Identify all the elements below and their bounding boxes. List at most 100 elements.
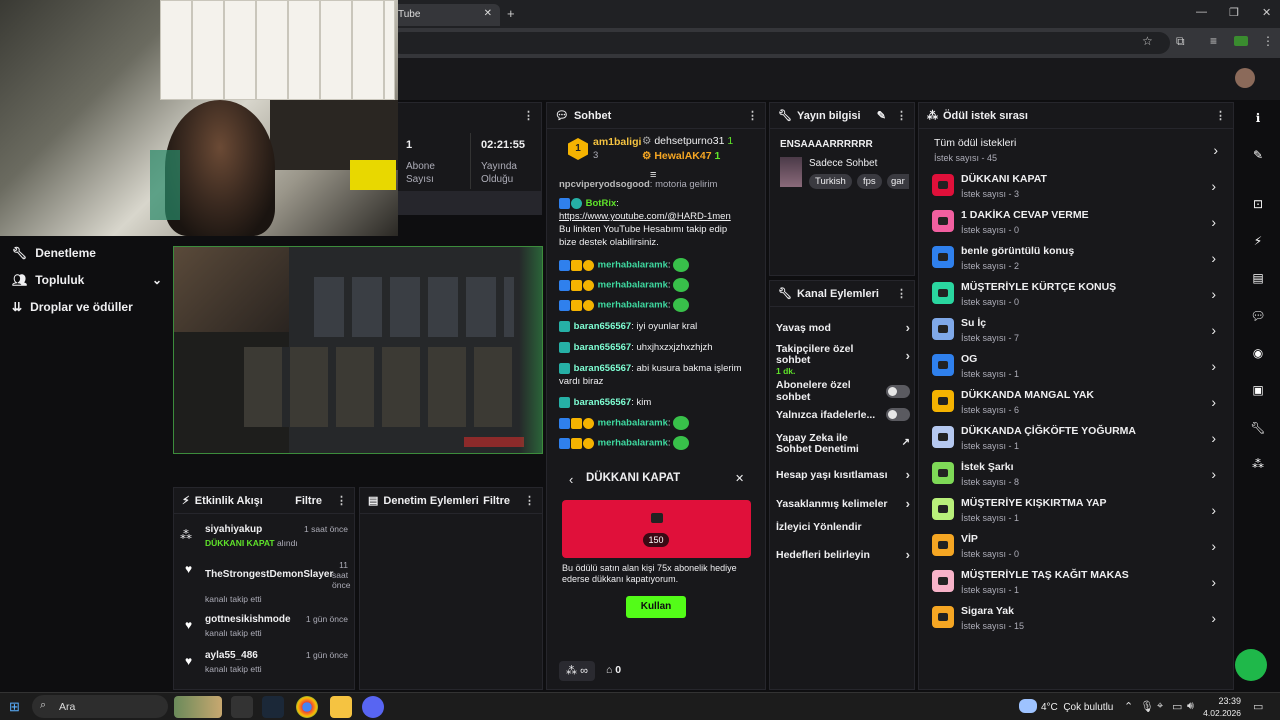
list-item[interactable]: ♥ gottnesikishmode 1 gün önce kanalı tak… [183,614,348,644]
edit-icon[interactable]: ✎ [1243,143,1273,167]
reward-count: İstek sayısı - 6 [961,405,1020,415]
notification-icon[interactable]: ▭ [1253,700,1263,713]
subscribers-only-item[interactable]: Abonelere özel sohbet [776,379,910,403]
leaderboard-user2[interactable]: ⚙︎ dehsetpurno31 1 [642,135,733,147]
reward-queue-item[interactable]: İstek Şarkı İstek sayısı - 8 › [932,460,1224,492]
screen-capture-icon[interactable]: ⊡ [1243,192,1273,216]
emote-only-toggle[interactable] [886,408,910,421]
close-icon[interactable]: ✕ [735,472,744,485]
info-icon[interactable]: ℹ [1243,106,1273,130]
list-item[interactable]: ♥ ayla55_486 1 gün önce kanalı takip ett… [183,650,348,680]
all-rewards-item[interactable]: Tüm ödül istekleri İstek sayısı - 45 › [934,136,1226,168]
wrench-icon[interactable]: 🔧︎ [1243,416,1273,440]
lightning-icon[interactable]: ⚡︎ [1243,229,1273,253]
weather-text[interactable]: 4°C Çok bulutlu [1041,702,1113,713]
location-icon[interactable]: ⌖ [1157,700,1163,713]
raid-item[interactable]: İzleyici Yönlendir [776,521,910,533]
sidebar-item-topluluk[interactable]: 👥︎ Topluluk ⌄ [12,273,162,287]
sidebar-item-droplar[interactable]: ⇊ Droplar ve ödüller [12,300,133,314]
store-icon [651,513,663,523]
clock-time[interactable]: 23:39 [1207,696,1241,706]
layout-icon[interactable]: ▣ [1243,378,1273,402]
reward-queue-item[interactable]: 1 DAKİKA CEVAP VERME İstek sayısı - 0 › [932,208,1224,240]
followers-only-item[interactable]: Takipçilere özel sohbet 1 dk. › [776,344,910,377]
browser-menu-icon[interactable]: ⋮ [1262,34,1274,48]
reward-queue-item[interactable]: benle görüntülü konuş İstek sayısı - 2 › [932,244,1224,276]
reward-queue-item[interactable]: DÜKKANDA ÇİĞKÖFTE YOĞURMA İstek sayısı - … [932,424,1224,456]
leaderboard-user3[interactable]: ⚙︎ HewalAK47 1 [642,150,720,162]
feed-time: 1 gün önce [305,614,348,624]
minimize-icon[interactable]: — [1196,6,1207,18]
reward-queue-item[interactable]: OG İstek sayısı - 1 › [932,352,1224,384]
more-icon[interactable]: ⋮ [1215,109,1226,122]
list-item[interactable]: ♥ TheStrongestDemonSlayer 11 saat önce k… [183,560,350,604]
taskbar-app-icon[interactable] [231,696,253,718]
reward-queue-item[interactable]: MÜŞTERİYLE TAŞ KAĞIT MAKAS İstek sayısı -… [932,568,1224,600]
tab-close-icon[interactable]: ✕ [484,8,492,19]
channel-points-button[interactable]: ⁂ ∞ [559,661,595,681]
windows-start-icon[interactable]: ⊞ [9,699,20,715]
new-tab-button[interactable]: + [507,6,515,21]
avatar[interactable] [1235,68,1255,88]
profile-flag-icon[interactable] [1234,36,1248,46]
list-item[interactable]: ⁂ siyahiyakup 1 saat önce DÜKKANI KAPAT … [180,524,348,554]
extensions-icon[interactable]: ⧉ [1176,34,1185,49]
tag[interactable]: fps [857,174,882,189]
clock-date[interactable]: 4.02.2026 [1196,708,1241,718]
redeem-button[interactable]: Kullan [626,596,686,618]
more-icon[interactable]: ⋮ [896,287,907,300]
slow-mode-item[interactable]: Yavaş mod › [776,320,910,335]
channel-points-icon[interactable]: ⁂ [1243,452,1273,476]
more-icon[interactable]: ⋮ [747,109,758,122]
browser-tab[interactable]: Tube ✕ [390,4,500,26]
subscribers-only-toggle[interactable] [886,384,910,398]
reward-queue-item[interactable]: Su İç İstek sayısı - 7 › [932,316,1224,348]
reading-list-icon[interactable]: ≡ [1210,34,1217,48]
reward-queue-item[interactable]: MÜŞTERİYE KIŞKIRTMA YAP İstek sayısı - 1 › [932,496,1224,528]
store-button[interactable]: ⌂ 0 [606,664,621,676]
reward-queue-item[interactable]: VİP İstek sayısı - 0 › [932,532,1224,564]
volume-icon[interactable]: 🔊︎ [1187,700,1194,713]
tag[interactable]: Turkish [809,174,852,189]
reward-queue-item[interactable]: DÜKKANDA MANGAL YAK İstek sayısı - 6 › [932,388,1224,420]
reward-queue-item[interactable]: MÜŞTERİYLE KÜRTÇE KONUŞ İstek sayısı - 0 › [932,280,1224,312]
banned-words-item[interactable]: Yasaklanmış kelimeler › [776,496,910,511]
more-icon[interactable]: ⋮ [524,494,535,507]
more-icon[interactable]: ⋮ [336,494,347,507]
filter-button[interactable]: Filtre [483,495,510,507]
document-icon[interactable]: ▤ [1243,266,1273,290]
filter-button[interactable]: Filtre [295,495,322,507]
chrome-icon[interactable] [296,696,318,718]
chat-link[interactable]: https://www.youtube.com/@HARD-1men [559,211,731,222]
back-icon[interactable]: ‹ [569,472,573,487]
microphone-icon[interactable]: 🎙︎ [1140,700,1154,713]
edit-icon[interactable]: ✎ [877,109,886,122]
network-icon[interactable]: ▭ [1172,700,1182,713]
chevron-up-icon[interactable]: ⌃ [1124,700,1133,713]
ai-moderation-item[interactable]: Yapay Zeka ile Sohbet Denetimi ↗ [776,433,910,455]
discord-icon[interactable] [362,696,384,718]
restore-icon[interactable]: ❐ [1229,6,1239,19]
stream-preview[interactable] [173,246,543,454]
file-explorer-icon[interactable] [330,696,352,718]
reward-queue-item[interactable]: Sigara Yak İstek sayısı - 15 › [932,604,1224,636]
reward-icon [932,210,954,232]
steam-icon[interactable] [262,696,284,718]
close-window-icon[interactable]: ✕ [1262,6,1271,19]
more-icon[interactable]: ⋮ [896,109,907,122]
help-chat-button[interactable] [1235,649,1267,681]
emote-only-item[interactable]: Yalnızca ifadelerle... [776,408,910,421]
reward-queue-item[interactable]: DÜKKANI KAPAT İstek sayısı - 3 › [932,172,1224,204]
leaderboard-top-user[interactable]: am1baligi [593,136,641,148]
reward-count: İstek sayısı - 1 [961,441,1020,451]
more-icon[interactable]: ⋮ [523,109,534,122]
account-age-item[interactable]: Hesap yaşı kısıtlaması › [776,467,910,482]
taskbar-search[interactable]: ⌕ Ara [32,695,168,718]
tag[interactable]: gar [887,174,909,189]
sidebar-item-denetleme[interactable]: 🔧︎ Denetleme [12,246,96,260]
goals-item[interactable]: Hedefleri belirleyin › [776,547,910,562]
chat-bubble-icon[interactable]: 💬︎ [1243,304,1273,328]
broadcast-icon[interactable]: ◉ [1243,341,1273,365]
address-bar[interactable] [390,32,1170,54]
bookmark-star-icon[interactable]: ☆ [1142,34,1153,48]
